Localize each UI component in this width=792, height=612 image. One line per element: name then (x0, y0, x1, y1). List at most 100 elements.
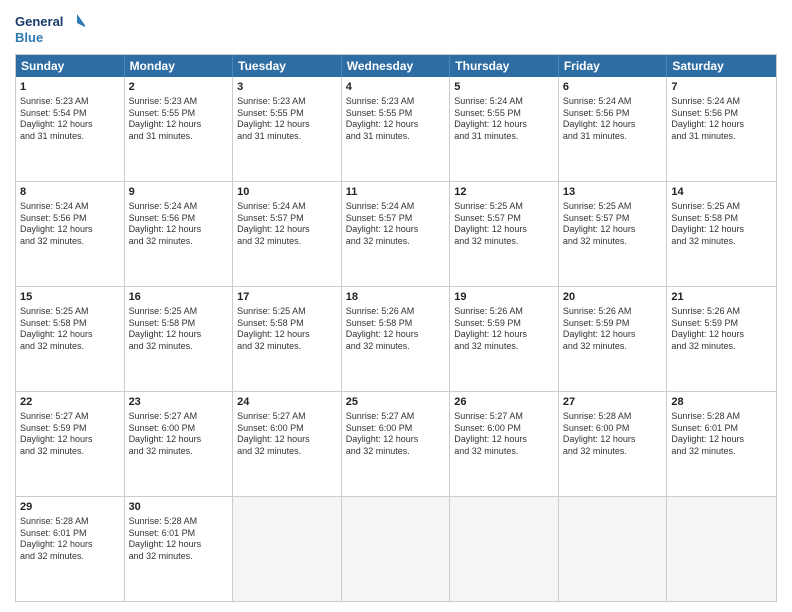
calendar-cell: 29Sunrise: 5:28 AMSunset: 6:01 PMDayligh… (16, 497, 125, 601)
cell-info: Sunrise: 5:25 AMSunset: 5:57 PMDaylight:… (563, 201, 663, 248)
calendar-cell: 7Sunrise: 5:24 AMSunset: 5:56 PMDaylight… (667, 77, 776, 181)
calendar-cell: 3Sunrise: 5:23 AMSunset: 5:55 PMDaylight… (233, 77, 342, 181)
calendar-cell: 26Sunrise: 5:27 AMSunset: 6:00 PMDayligh… (450, 392, 559, 496)
day-number: 8 (20, 185, 120, 200)
calendar-cell (559, 497, 668, 601)
day-number: 5 (454, 80, 554, 95)
day-number: 26 (454, 395, 554, 410)
cell-info: Sunrise: 5:25 AMSunset: 5:58 PMDaylight:… (671, 201, 772, 248)
calendar-cell: 14Sunrise: 5:25 AMSunset: 5:58 PMDayligh… (667, 182, 776, 286)
cell-info: Sunrise: 5:26 AMSunset: 5:59 PMDaylight:… (454, 306, 554, 353)
day-number: 19 (454, 290, 554, 305)
calendar-cell: 5Sunrise: 5:24 AMSunset: 5:55 PMDaylight… (450, 77, 559, 181)
calendar-cell: 6Sunrise: 5:24 AMSunset: 5:56 PMDaylight… (559, 77, 668, 181)
day-number: 28 (671, 395, 772, 410)
calendar-cell (450, 497, 559, 601)
page: General Blue SundayMondayTuesdayWednesda… (0, 0, 792, 612)
day-number: 3 (237, 80, 337, 95)
header-day-friday: Friday (559, 55, 668, 77)
cell-info: Sunrise: 5:27 AMSunset: 6:00 PMDaylight:… (237, 411, 337, 458)
svg-text:Blue: Blue (15, 30, 43, 45)
calendar-cell (233, 497, 342, 601)
calendar-cell (342, 497, 451, 601)
cell-info: Sunrise: 5:28 AMSunset: 6:01 PMDaylight:… (671, 411, 772, 458)
cell-info: Sunrise: 5:23 AMSunset: 5:55 PMDaylight:… (346, 96, 446, 143)
calendar-cell: 15Sunrise: 5:25 AMSunset: 5:58 PMDayligh… (16, 287, 125, 391)
cell-info: Sunrise: 5:27 AMSunset: 5:59 PMDaylight:… (20, 411, 120, 458)
cell-info: Sunrise: 5:23 AMSunset: 5:54 PMDaylight:… (20, 96, 120, 143)
header: General Blue (15, 10, 777, 48)
day-number: 17 (237, 290, 337, 305)
calendar: SundayMondayTuesdayWednesdayThursdayFrid… (15, 54, 777, 602)
day-number: 27 (563, 395, 663, 410)
day-number: 13 (563, 185, 663, 200)
day-number: 7 (671, 80, 772, 95)
day-number: 12 (454, 185, 554, 200)
calendar-cell: 18Sunrise: 5:26 AMSunset: 5:58 PMDayligh… (342, 287, 451, 391)
calendar-cell: 13Sunrise: 5:25 AMSunset: 5:57 PMDayligh… (559, 182, 668, 286)
day-number: 23 (129, 395, 229, 410)
day-number: 15 (20, 290, 120, 305)
calendar-cell (667, 497, 776, 601)
cell-info: Sunrise: 5:25 AMSunset: 5:57 PMDaylight:… (454, 201, 554, 248)
calendar-row-5: 29 Sunrise: 5:28 AMSunset: 6:01 PMDayligh… (16, 496, 776, 601)
cell-info: Sunrise: 5:26 AMSunset: 5:59 PMDaylight:… (563, 306, 663, 353)
day-number: 4 (346, 80, 446, 95)
day-number: 24 (237, 395, 337, 410)
calendar-cell: 8Sunrise: 5:24 AMSunset: 5:56 PMDaylight… (16, 182, 125, 286)
calendar-cell: 22Sunrise: 5:27 AMSunset: 5:59 PMDayligh… (16, 392, 125, 496)
cell-info: Sunrise: 5:27 AMSunset: 6:00 PMDaylight:… (346, 411, 446, 458)
cell-info: Sunrise: 5:24 AMSunset: 5:56 PMDaylight:… (563, 96, 663, 143)
calendar-row-3: 15Sunrise: 5:25 AMSunset: 5:58 PMDayligh… (16, 286, 776, 391)
cell-info: Sunrise: 5:27 AMSunset: 6:00 PMDaylight:… (454, 411, 554, 458)
calendar-cell: 24Sunrise: 5:27 AMSunset: 6:00 PMDayligh… (233, 392, 342, 496)
calendar-cell: 2Sunrise: 5:23 AMSunset: 5:55 PMDaylight… (125, 77, 234, 181)
header-day-saturday: Saturday (667, 55, 776, 77)
cell-info: Sunrise: 5:25 AMSunset: 5:58 PMDaylight:… (237, 306, 337, 353)
day-number: 1 (20, 80, 120, 95)
calendar-body: 1Sunrise: 5:23 AMSunset: 5:54 PMDaylight… (16, 77, 776, 601)
header-day-sunday: Sunday (16, 55, 125, 77)
calendar-cell: 12Sunrise: 5:25 AMSunset: 5:57 PMDayligh… (450, 182, 559, 286)
day-number: 29 (20, 500, 120, 515)
calendar-cell: 23Sunrise: 5:27 AMSunset: 6:00 PMDayligh… (125, 392, 234, 496)
calendar-row-2: 8 Sunrise: 5:24 AMSunset: 5:56 PMDaylight… (16, 181, 776, 286)
cell-info: Sunrise: 5:25 AMSunset: 5:58 PMDaylight:… (129, 306, 229, 353)
day-number: 9 (129, 185, 229, 200)
logo: General Blue (15, 10, 85, 48)
header-day-tuesday: Tuesday (233, 55, 342, 77)
header-day-thursday: Thursday (450, 55, 559, 77)
day-number: 22 (20, 395, 120, 410)
cell-info: Sunrise: 5:24 AMSunset: 5:57 PMDaylight:… (346, 201, 446, 248)
day-number: 11 (346, 185, 446, 200)
cell-info: Sunrise: 5:26 AMSunset: 5:59 PMDaylight:… (671, 306, 772, 353)
day-number: 20 (563, 290, 663, 305)
calendar-row-1: 1Sunrise: 5:23 AMSunset: 5:54 PMDaylight… (16, 77, 776, 181)
day-number: 30 (129, 500, 229, 515)
header-day-monday: Monday (125, 55, 234, 77)
calendar-cell: 30Sunrise: 5:28 AMSunset: 6:01 PMDayligh… (125, 497, 234, 601)
cell-info: Sunrise: 5:24 AMSunset: 5:57 PMDaylight:… (237, 201, 337, 248)
calendar-cell: 1Sunrise: 5:23 AMSunset: 5:54 PMDaylight… (16, 77, 125, 181)
cell-info: Sunrise: 5:24 AMSunset: 5:56 PMDaylight:… (671, 96, 772, 143)
calendar-cell: 19Sunrise: 5:26 AMSunset: 5:59 PMDayligh… (450, 287, 559, 391)
calendar-cell: 25Sunrise: 5:27 AMSunset: 6:00 PMDayligh… (342, 392, 451, 496)
day-number: 14 (671, 185, 772, 200)
cell-info: Sunrise: 5:24 AMSunset: 5:56 PMDaylight:… (129, 201, 229, 248)
calendar-cell: 16Sunrise: 5:25 AMSunset: 5:58 PMDayligh… (125, 287, 234, 391)
calendar-cell: 21Sunrise: 5:26 AMSunset: 5:59 PMDayligh… (667, 287, 776, 391)
calendar-cell: 28Sunrise: 5:28 AMSunset: 6:01 PMDayligh… (667, 392, 776, 496)
cell-info: Sunrise: 5:24 AMSunset: 5:55 PMDaylight:… (454, 96, 554, 143)
day-number: 21 (671, 290, 772, 305)
header-day-wednesday: Wednesday (342, 55, 451, 77)
cell-info: Sunrise: 5:26 AMSunset: 5:58 PMDaylight:… (346, 306, 446, 353)
calendar-header: SundayMondayTuesdayWednesdayThursdayFrid… (16, 55, 776, 77)
logo-svg: General Blue (15, 10, 85, 48)
calendar-cell: 4Sunrise: 5:23 AMSunset: 5:55 PMDaylight… (342, 77, 451, 181)
day-number: 18 (346, 290, 446, 305)
cell-info: Sunrise: 5:25 AMSunset: 5:58 PMDaylight:… (20, 306, 120, 353)
cell-info: Sunrise: 5:23 AMSunset: 5:55 PMDaylight:… (129, 96, 229, 143)
calendar-cell: 10Sunrise: 5:24 AMSunset: 5:57 PMDayligh… (233, 182, 342, 286)
cell-info: Sunrise: 5:28 AMSunset: 6:01 PMDaylight:… (129, 516, 229, 563)
cell-info: Sunrise: 5:27 AMSunset: 6:00 PMDaylight:… (129, 411, 229, 458)
